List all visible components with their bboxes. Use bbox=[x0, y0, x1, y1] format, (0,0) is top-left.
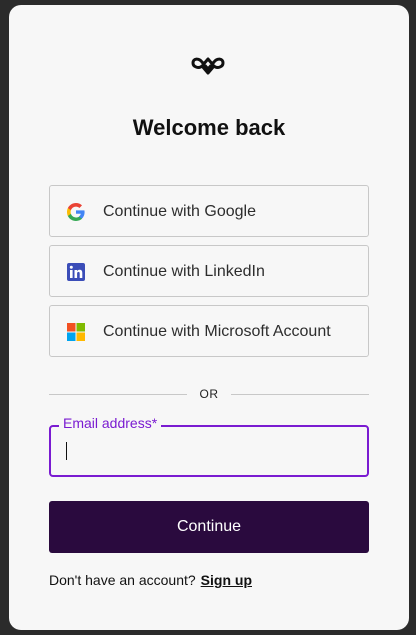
signup-row: Don't have an account? Sign up bbox=[49, 572, 252, 588]
email-field[interactable] bbox=[63, 435, 363, 467]
infinity-logo-icon bbox=[191, 57, 225, 75]
microsoft-signin-button[interactable]: Continue with Microsoft Account bbox=[49, 305, 369, 357]
page-title: Welcome back bbox=[132, 115, 286, 140]
linkedin-signin-label: Continue with LinkedIn bbox=[103, 263, 265, 280]
signup-link[interactable]: Sign up bbox=[201, 572, 252, 588]
divider-or-text: OR bbox=[199, 387, 219, 401]
microsoft-signin-label: Continue with Microsoft Account bbox=[103, 323, 331, 340]
signup-prompt: Don't have an account? bbox=[49, 572, 196, 588]
google-signin-button[interactable]: Continue with Google bbox=[49, 185, 369, 237]
divider-line-left bbox=[49, 394, 187, 395]
divider-line-right bbox=[231, 394, 369, 395]
continue-button[interactable]: Continue bbox=[49, 501, 369, 553]
email-field-label: Email address* bbox=[59, 415, 162, 431]
linkedin-signin-button[interactable]: Continue with LinkedIn bbox=[49, 245, 369, 297]
google-icon bbox=[67, 203, 85, 221]
login-card: Welcome back Continue with Google Contin… bbox=[9, 5, 409, 630]
microsoft-icon bbox=[67, 323, 85, 341]
text-caret bbox=[66, 442, 67, 460]
google-signin-label: Continue with Google bbox=[103, 203, 256, 220]
linkedin-icon bbox=[67, 263, 85, 281]
